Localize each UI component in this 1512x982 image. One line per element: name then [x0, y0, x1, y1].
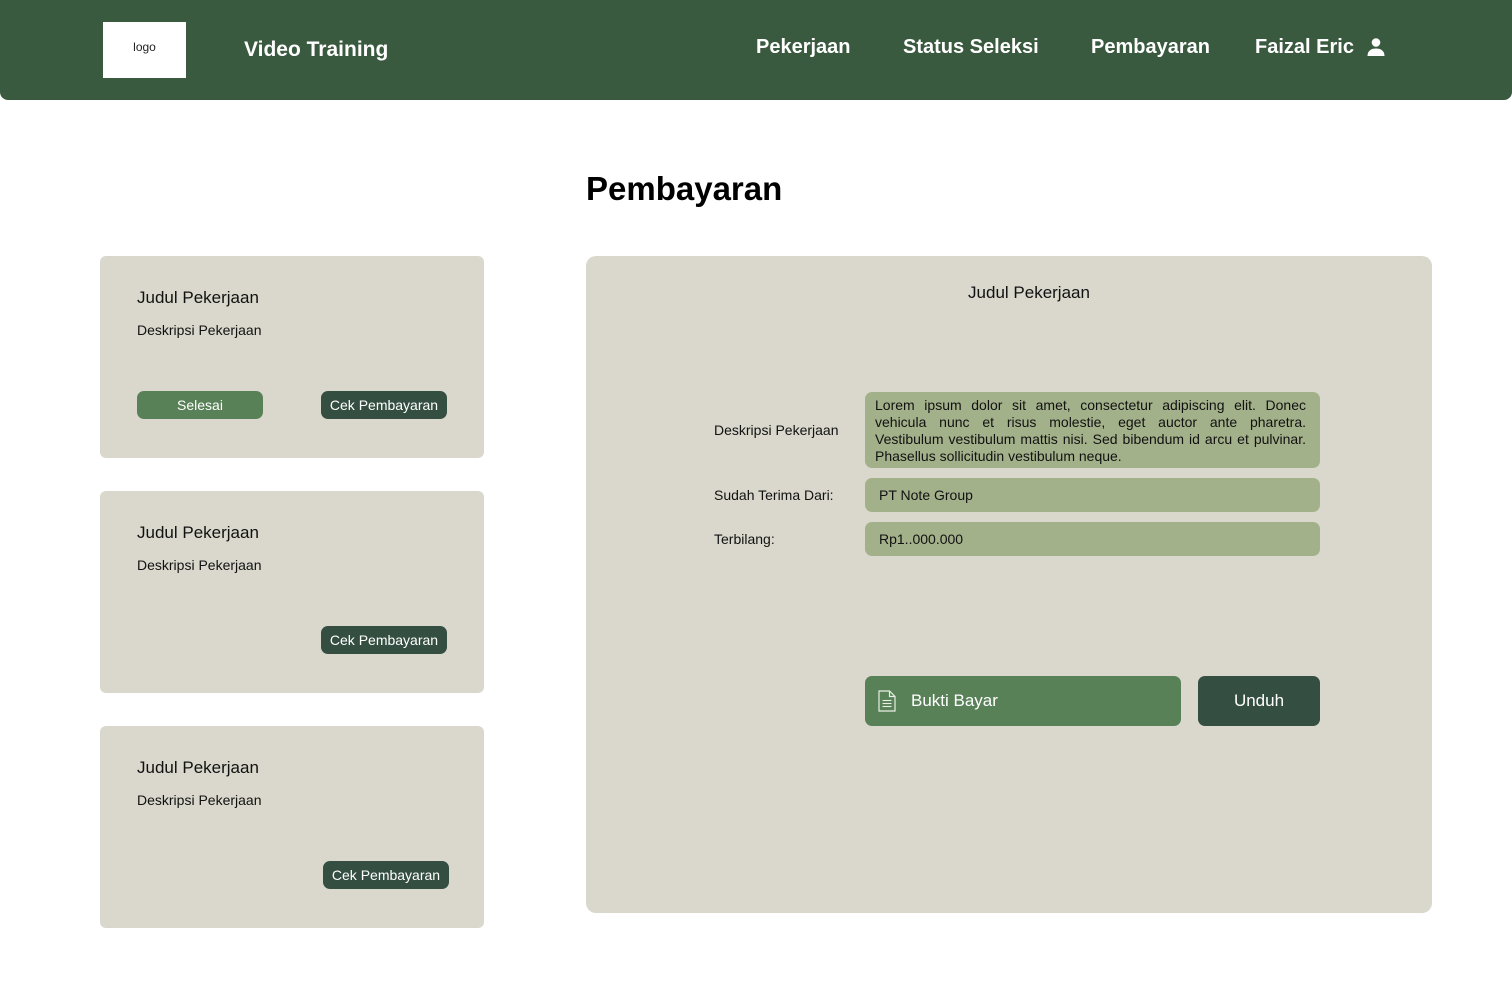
check-payment-button[interactable]: Cek Pembayaran	[321, 391, 447, 419]
received-from-label: Sudah Terima Dari:	[714, 487, 834, 503]
document-icon	[878, 690, 896, 712]
user-icon[interactable]	[1366, 37, 1386, 57]
detail-title: Judul Pekerjaan	[968, 283, 1090, 302]
check-payment-button[interactable]: Cek Pembayaran	[321, 626, 447, 654]
user-name[interactable]: Faizal Eric	[1255, 36, 1354, 59]
nav-status-seleksi[interactable]: Status Seleksi	[903, 36, 1039, 59]
payment-detail-panel: Judul Pekerjaan Deskripsi Pekerjaan Lore…	[586, 256, 1432, 913]
payment-proof-file[interactable]: Bukti Bayar	[865, 676, 1181, 726]
job-card: Judul Pekerjaan Deskripsi Pekerjaan Sele…	[100, 256, 484, 458]
page-title: Pembayaran	[586, 170, 783, 207]
file-name: Bukti Bayar	[911, 691, 998, 710]
top-navigation-bar: logo Video Training Pekerjaan Status Sel…	[0, 0, 1512, 100]
received-from-field: PT Note Group	[865, 478, 1320, 512]
job-description: Deskripsi Pekerjaan	[137, 792, 262, 808]
amount-field: Rp1..000.000	[865, 522, 1320, 556]
job-card: Judul Pekerjaan Deskripsi Pekerjaan Cek …	[100, 491, 484, 693]
job-title: Judul Pekerjaan	[137, 288, 259, 307]
logo[interactable]: logo	[103, 22, 186, 78]
status-badge: Selesai	[137, 391, 263, 419]
check-payment-button[interactable]: Cek Pembayaran	[323, 861, 449, 889]
job-title: Judul Pekerjaan	[137, 758, 259, 777]
nav-pembayaran[interactable]: Pembayaran	[1091, 36, 1210, 59]
job-card: Judul Pekerjaan Deskripsi Pekerjaan Cek …	[100, 726, 484, 928]
description-field: Lorem ipsum dolor sit amet, consectetur …	[865, 392, 1320, 468]
description-label: Deskripsi Pekerjaan	[714, 422, 839, 438]
amount-label: Terbilang:	[714, 531, 775, 547]
job-description: Deskripsi Pekerjaan	[137, 557, 262, 573]
job-description: Deskripsi Pekerjaan	[137, 322, 262, 338]
nav-pekerjaan[interactable]: Pekerjaan	[756, 36, 851, 59]
brand-title[interactable]: Video Training	[244, 38, 388, 62]
job-title: Judul Pekerjaan	[137, 523, 259, 542]
download-button[interactable]: Unduh	[1198, 676, 1320, 726]
